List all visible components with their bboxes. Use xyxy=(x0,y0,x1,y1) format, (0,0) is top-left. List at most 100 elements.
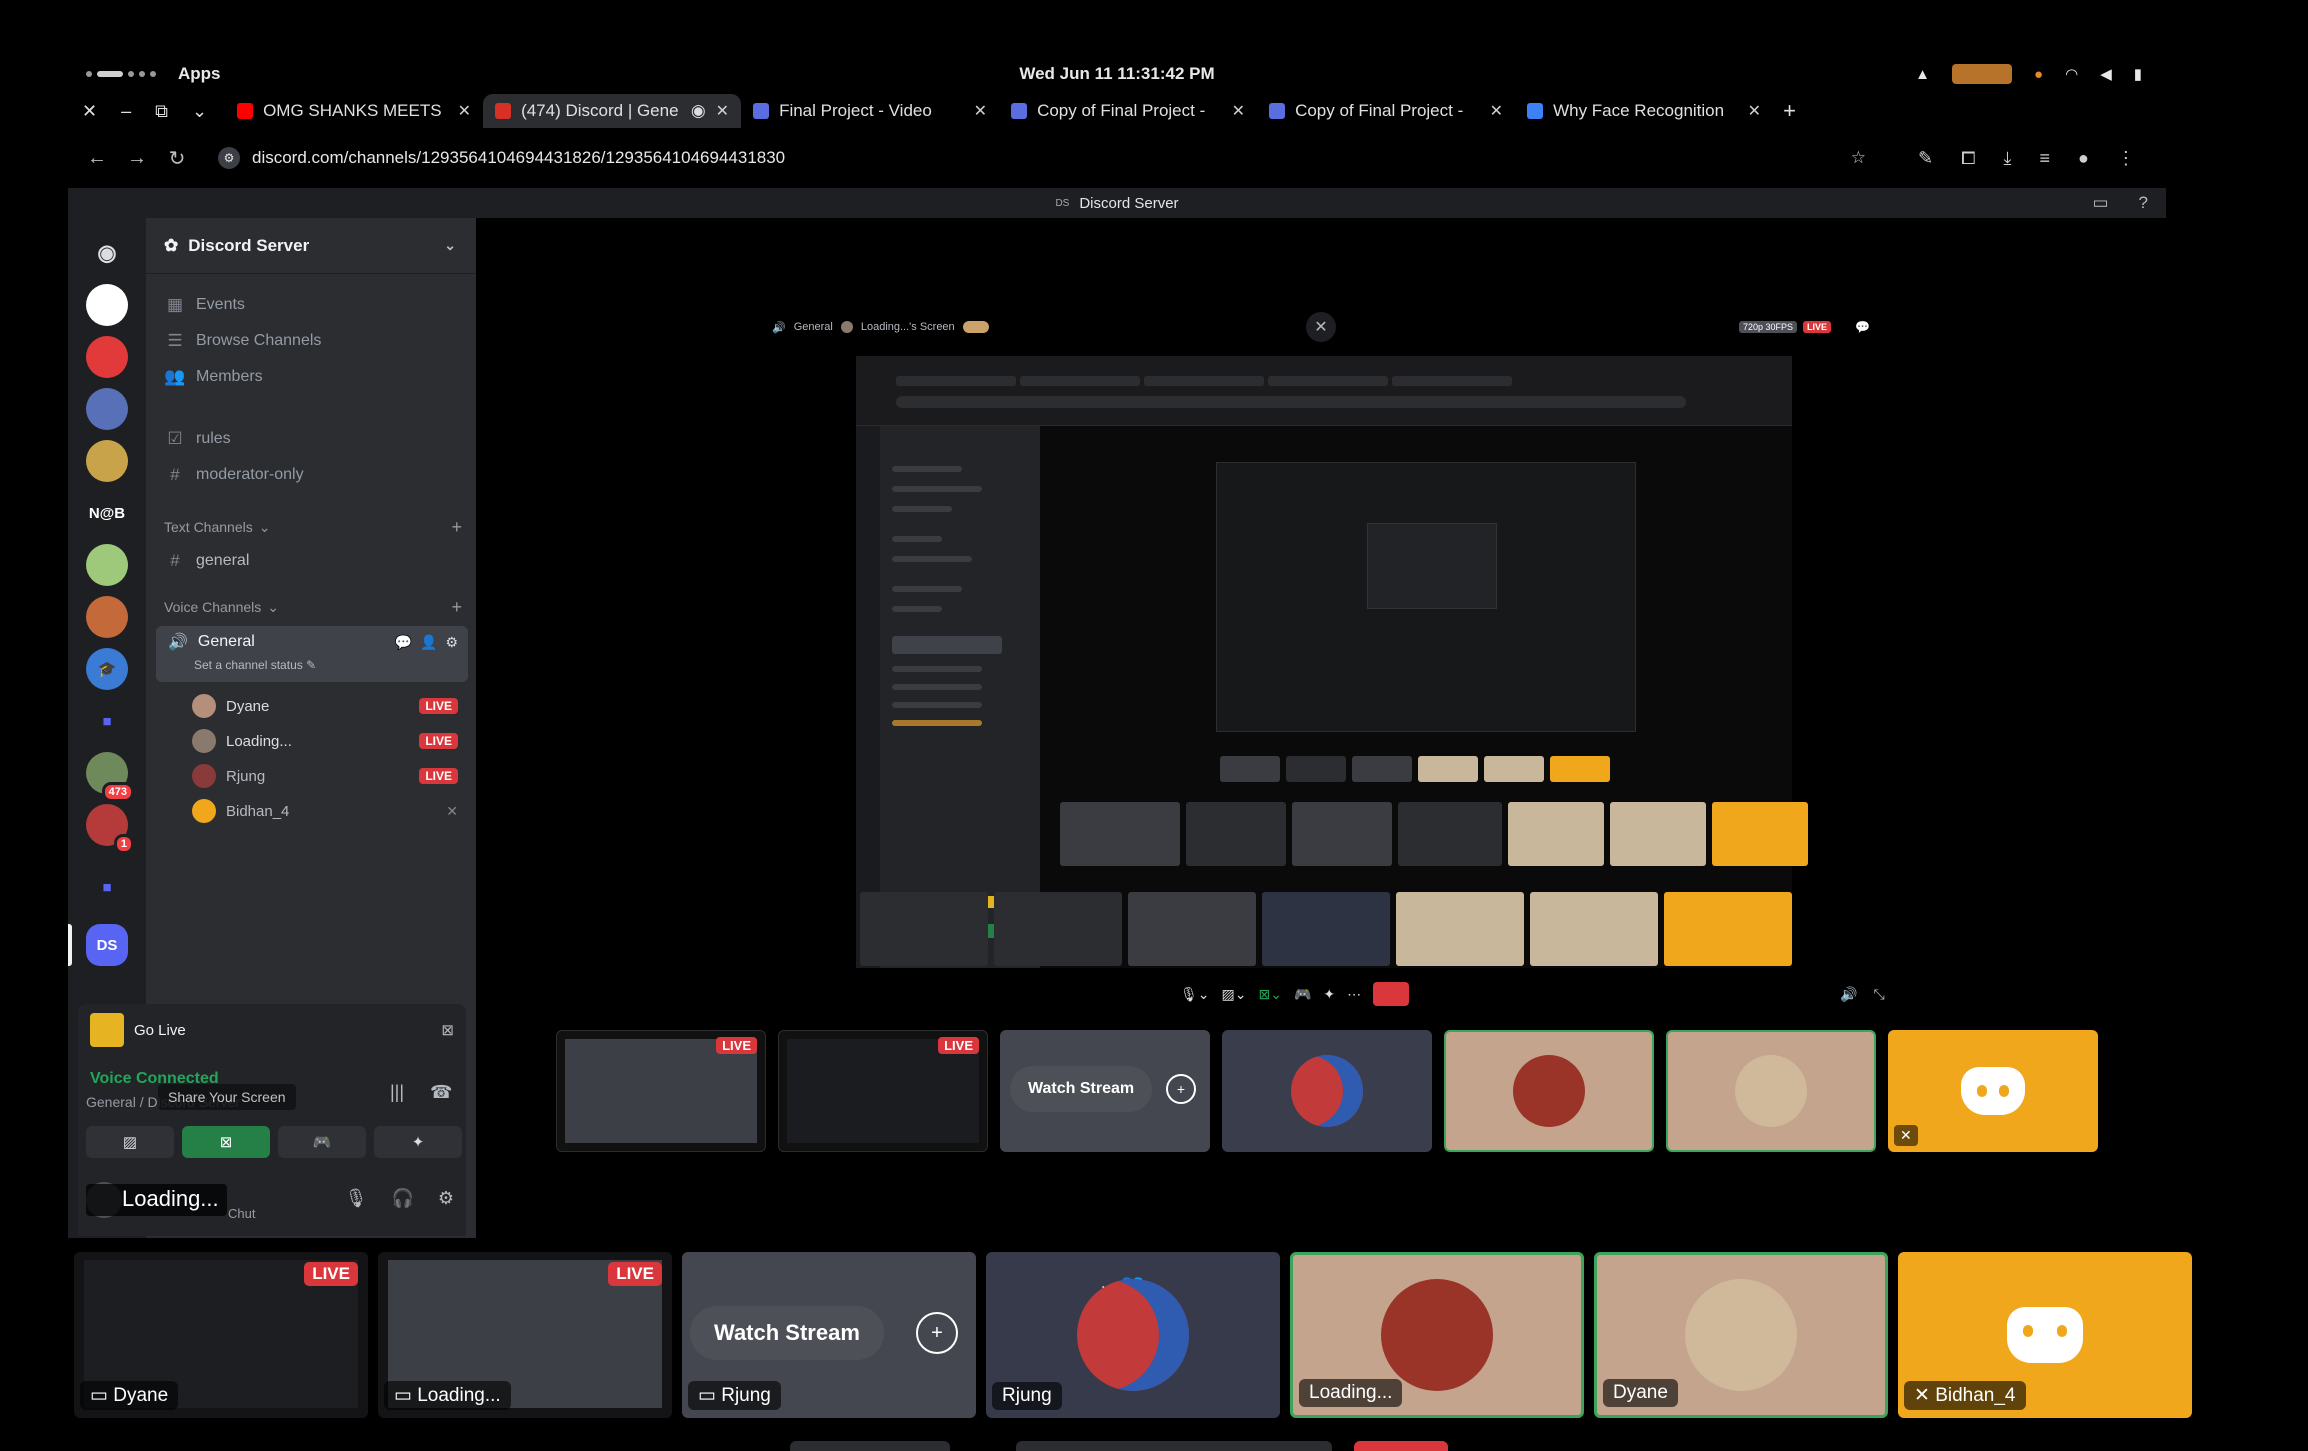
participant-tile-rjung[interactable]: ⌄ 👥 Rjung xyxy=(986,1252,1280,1418)
battery-icon[interactable]: ▮ xyxy=(2134,65,2142,83)
apps-menu[interactable]: Apps xyxy=(178,64,221,84)
new-tab-icon[interactable]: + xyxy=(1783,98,1796,124)
headphones-icon[interactable]: 🎧 xyxy=(391,1188,413,1209)
participant-tile-loading-avatar[interactable]: Loading... xyxy=(1290,1252,1584,1418)
server-icon[interactable] xyxy=(86,596,128,638)
add-viewer-icon[interactable]: + xyxy=(916,1312,958,1354)
more-icon[interactable]: ⋯ xyxy=(1347,986,1361,1003)
go-live-bar[interactable]: Go Live ⊠ xyxy=(78,1004,466,1056)
participant-tile[interactable] xyxy=(1444,1030,1654,1152)
share-screen-button[interactable]: ⊠ xyxy=(182,1126,270,1158)
chat-icon[interactable]: 💬 xyxy=(1855,320,1870,334)
participant-tile[interactable]: Watch Stream + xyxy=(1000,1030,1210,1152)
browse-channels-link[interactable]: ☰ Browse Channels xyxy=(164,324,462,358)
discord-home-icon[interactable]: ◉ xyxy=(86,232,128,274)
server-icon[interactable]: 1 xyxy=(86,804,134,854)
menu-icon[interactable]: ⋮ xyxy=(2117,148,2135,169)
participant-tile[interactable]: LIVE xyxy=(556,1030,766,1152)
participant-tile[interactable] xyxy=(1666,1030,1876,1152)
invite-icon[interactable]: 👤 xyxy=(420,634,437,651)
wifi-icon[interactable]: ◠ xyxy=(2065,65,2078,83)
volume-icon[interactable]: ◀ xyxy=(2100,65,2112,83)
participant-tile-rjung-stream[interactable]: Watch Stream + ▭ Rjung xyxy=(682,1252,976,1418)
end-call-button[interactable] xyxy=(1373,982,1410,1006)
reload-icon[interactable]: ↻ xyxy=(166,146,188,171)
restore-icon[interactable]: ⧉ xyxy=(155,101,168,122)
share-screen-icon[interactable]: ⊠⌄ xyxy=(1258,986,1281,1003)
browser-tab[interactable]: Final Project - Video ✕ xyxy=(741,94,999,128)
stream-channel[interactable]: General xyxy=(794,321,833,333)
server-icon-ds[interactable]: DS xyxy=(86,924,128,966)
channel-rules[interactable]: ☑ rules xyxy=(164,422,462,456)
watch-stream-button[interactable]: Watch Stream xyxy=(1010,1066,1153,1112)
minimize-icon[interactable]: – xyxy=(121,101,131,122)
server-icon-nab[interactable]: N@B xyxy=(86,492,128,534)
microphone-icon[interactable]: 🎙⌄ xyxy=(1180,986,1210,1003)
folder-icon[interactable]: ■ xyxy=(86,866,128,908)
voice-channels-category[interactable]: Voice Channels ⌄ + xyxy=(164,596,462,618)
camera-off-icon[interactable]: ▨⌄ xyxy=(1222,986,1247,1003)
watch-stream-button[interactable]: Watch Stream xyxy=(690,1306,884,1360)
members-link[interactable]: 👥 Members xyxy=(164,360,462,394)
soundboard-button[interactable]: ✦ xyxy=(374,1126,462,1158)
graduation-cap-icon[interactable]: 🎓 xyxy=(86,648,128,690)
close-tab-icon[interactable]: ✕ xyxy=(1232,101,1245,121)
server-icon[interactable] xyxy=(86,336,128,378)
close-tab-icon[interactable]: ✕ xyxy=(1490,101,1503,121)
inbox-icon[interactable]: ▭ xyxy=(2092,193,2108,213)
url-field[interactable]: ⚙ discord.com/channels/12935641046944318… xyxy=(208,141,1878,175)
gear-icon[interactable]: ⚙ xyxy=(445,634,458,651)
browser-tab[interactable]: Copy of Final Project - ✕ xyxy=(1257,94,1515,128)
events-link[interactable]: ▦ Events xyxy=(164,288,462,322)
channel-status[interactable]: Set a channel status ✎ xyxy=(194,658,316,672)
voice-user[interactable]: Bidhan_4 ✕ xyxy=(192,796,458,826)
back-icon[interactable]: ← xyxy=(86,147,108,170)
notification-icon[interactable]: ▲ xyxy=(1915,66,1930,83)
profile-avatar-icon[interactable]: ● xyxy=(2078,148,2089,169)
workspace-dots[interactable] xyxy=(86,71,156,77)
text-channels-category[interactable]: Text Channels ⌄ + xyxy=(164,516,462,538)
chat-icon[interactable]: 💬 xyxy=(395,634,412,651)
participant-tile-dyane-avatar[interactable]: Dyane xyxy=(1594,1252,1888,1418)
voice-channel-general[interactable]: 🔊 General Set a channel status ✎ 💬 👤 ⚙ xyxy=(156,626,468,682)
add-viewer-icon[interactable]: + xyxy=(1166,1074,1196,1104)
channel-general-text[interactable]: # general xyxy=(164,544,462,578)
activity-button[interactable]: 🎮 xyxy=(278,1126,366,1158)
clock[interactable]: Wed Jun 11 11:31:42 PM xyxy=(1019,64,1214,84)
tab-search-icon[interactable]: ⌄ xyxy=(192,101,207,122)
voice-user[interactable]: Loading... LIVE xyxy=(192,726,458,756)
help-icon[interactable]: ? xyxy=(2139,193,2148,213)
add-channel-icon[interactable]: + xyxy=(451,517,462,538)
noise-suppression-icon[interactable]: ||| xyxy=(390,1082,404,1103)
gear-icon[interactable]: ⚙ xyxy=(438,1188,454,1209)
server-icon[interactable] xyxy=(86,388,128,430)
screen-record-indicator[interactable] xyxy=(1952,64,2013,84)
server-icon[interactable] xyxy=(86,544,128,586)
participant-tile[interactable]: LIVE xyxy=(778,1030,988,1152)
bookmark-star-icon[interactable]: ☆ xyxy=(1851,148,1866,168)
participant-tile-bidhan[interactable]: ✕ Bidhan_4 xyxy=(1898,1252,2192,1418)
close-tab-icon[interactable]: ✕ xyxy=(716,101,729,121)
server-icon[interactable] xyxy=(86,284,128,326)
server-header[interactable]: ✿ Discord Server ⌄ xyxy=(146,218,476,274)
channel-moderator-only[interactable]: # moderator-only xyxy=(164,458,462,492)
close-window-icon[interactable]: ✕ xyxy=(82,101,97,122)
microphone-icon[interactable]: 🎙 xyxy=(345,1188,368,1209)
close-tab-icon[interactable]: ✕ xyxy=(1748,101,1761,121)
close-tab-icon[interactable]: ✕ xyxy=(458,101,471,121)
disconnect-icon[interactable]: ☎ xyxy=(430,1082,452,1103)
download-icon[interactable]: ⤓ xyxy=(2004,148,2012,169)
eyedropper-icon[interactable]: ✎ xyxy=(1918,148,1933,169)
media-icon[interactable]: ≡ xyxy=(2039,148,2050,169)
folder-icon[interactable]: ■ xyxy=(86,700,128,742)
server-icon[interactable] xyxy=(86,440,128,482)
browser-tab[interactable]: Why Face Recognition ✕ xyxy=(1515,94,1773,128)
mic-icon[interactable]: ● xyxy=(2034,66,2043,83)
participant-tile-loading[interactable]: LIVE ▭ Loading... xyxy=(378,1252,672,1418)
close-stream-icon[interactable]: ✕ xyxy=(1306,312,1336,342)
volume-icon[interactable]: 🔊 xyxy=(1840,986,1857,1003)
participant-tile[interactable]: ✕ xyxy=(1888,1030,2098,1152)
participant-tile-dyane[interactable]: LIVE ▭ Dyane xyxy=(74,1252,368,1418)
voice-user[interactable]: Rjung LIVE xyxy=(192,761,458,791)
forward-icon[interactable]: → xyxy=(126,147,148,170)
